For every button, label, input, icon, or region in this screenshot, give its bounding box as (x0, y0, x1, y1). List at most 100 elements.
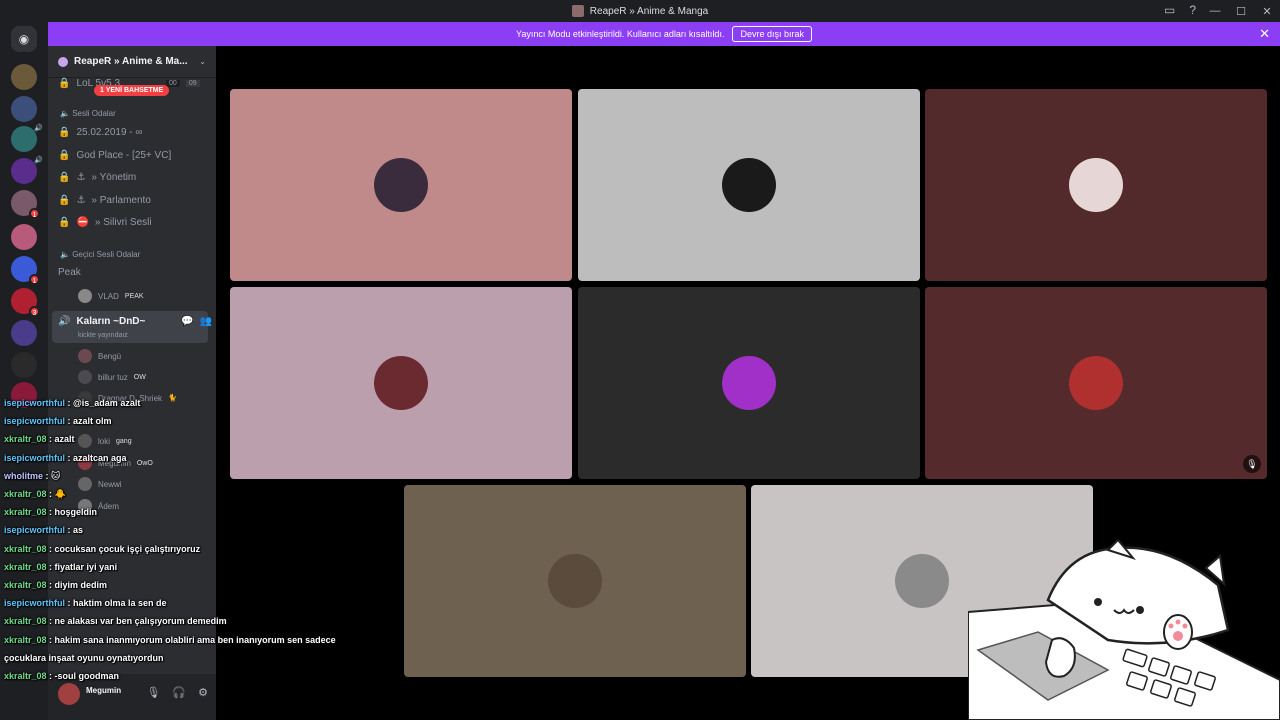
voice-channel-item[interactable]: 🔒 ⚓ » Yönetim (58, 172, 136, 183)
server-item[interactable]: 1 (11, 256, 40, 285)
server-icon (571, 5, 584, 17)
voice-channel-item[interactable]: 🔒 ⚓ » Parlamento (58, 195, 151, 206)
guild-header[interactable]: ReapeR » Anime & Ma... ⌄ (48, 46, 216, 78)
avatar (78, 370, 92, 384)
voice-user[interactable]: VLAD PEAK (78, 289, 144, 303)
avatar (78, 289, 92, 303)
chat-username: xkraltr_08 (4, 434, 47, 445)
guild-icon (58, 56, 68, 67)
chat-bubble-icon[interactable]: 💬 (181, 316, 193, 327)
chat-message: xkraltr_08 : hoşgeldin (4, 507, 98, 518)
participant-tile[interactable] (578, 89, 920, 281)
server-item[interactable] (11, 320, 37, 346)
chat-text: azalt olm (73, 416, 112, 427)
server-item[interactable] (11, 64, 37, 90)
anchor-icon: ⚓ (76, 195, 86, 206)
close-button[interactable]: ✕ (1254, 5, 1280, 18)
chat-message: xkraltr_08 : 🐥 (4, 489, 66, 499)
title-bar: ReapeR » Anime & Manga ▭ ? — ☐ ✕ (0, 0, 1280, 22)
participant-tile[interactable] (578, 287, 920, 479)
chat-text: haktim olma la sen de (73, 598, 167, 609)
voice-user-name: VLAD (98, 291, 119, 301)
inbox-icon[interactable]: ▭ (1164, 3, 1175, 17)
chat-text: azaltcan aga (73, 452, 127, 463)
bongo-cat-overlay (968, 540, 1280, 720)
maximize-button[interactable]: ☐ (1228, 5, 1254, 18)
voice-user[interactable]: Bengü (78, 349, 121, 363)
mute-microphone-icon[interactable]: 🎙 (146, 686, 160, 699)
lock-icon: 🔒 (58, 172, 71, 183)
avatar (78, 349, 92, 363)
avatar (1069, 356, 1123, 410)
channel-label: » Silivri Sesli (94, 217, 152, 228)
voice-channel-item[interactable]: 🔒 ⛔ » Silivri Sesli (58, 217, 152, 228)
channel-label: » Yönetim (91, 172, 137, 183)
chat-username: isepicworthful (4, 598, 66, 609)
server-item[interactable] (11, 224, 37, 250)
participant-tile[interactable] (230, 89, 572, 281)
streamer-mode-banner: Yayıncı Modu etkinleştirildi. Kullanıcı … (48, 22, 1280, 46)
chat-username: isepicworthful (4, 398, 66, 408)
anchor-icon: ⚓ (76, 172, 86, 183)
chat-message: wholitme : 🐱 (4, 470, 61, 481)
voice-user-name: Bengü (98, 351, 122, 361)
user-limit: 09 (185, 80, 200, 87)
participant-tile[interactable] (230, 287, 572, 479)
voice-channel-item[interactable]: 🔊 Kaların ~DnD~ 💬 👥 (58, 316, 212, 327)
chat-text: hakim sana inanmıyorum olabliri ama ben … (54, 634, 336, 645)
voice-user-name: loki (98, 436, 111, 446)
server-item[interactable] (11, 352, 37, 378)
voice-user[interactable]: loki gang (78, 434, 132, 448)
lock-icon: 🔒 (58, 78, 71, 89)
avatar (722, 158, 776, 212)
chat-message: xkraltr_08 : cocuksan çocuk işçi çalıştı… (4, 543, 201, 554)
new-mention-pill[interactable]: 1 YENİ BAHSETME (94, 85, 170, 96)
close-banner-icon[interactable]: ✕ (1259, 26, 1270, 42)
home-button[interactable]: ◉ (11, 26, 37, 52)
channel-label: Peak (58, 267, 81, 278)
gear-icon[interactable]: ⚙ (198, 686, 208, 699)
user-tag: PEAK (124, 292, 144, 300)
participant-tile[interactable] (404, 485, 746, 677)
discord-logo-icon: ◉ (18, 32, 30, 46)
chat-username: xkraltr_08 (4, 616, 47, 627)
lock-icon: 🔒 (58, 150, 71, 161)
headphones-icon[interactable]: 🎧 (172, 686, 186, 699)
voice-channel-item[interactable]: Peak (58, 267, 81, 278)
avatar (374, 356, 428, 410)
voice-channel-item[interactable]: 🔒 God Place - [25+ VC] (58, 150, 171, 161)
participant-tile[interactable]: 🎙 (925, 287, 1267, 479)
notification-badge: 1 (29, 274, 40, 285)
voice-channel-item[interactable]: 🔒 25.02.2019 - ∞ (58, 127, 143, 138)
voice-user[interactable]: Newwi (78, 477, 122, 491)
chat-text: çocuklara inşaat oyunu oynatıyordun (4, 652, 164, 663)
chat-username: xkraltr_08 (4, 671, 47, 681)
server-item[interactable]: 1 (11, 190, 40, 219)
no-entry-icon: ⛔ (76, 217, 89, 228)
participant-tile[interactable] (925, 89, 1267, 281)
muted-microphone-icon: 🎙 (1243, 455, 1261, 473)
server-item[interactable] (11, 96, 37, 122)
notification-badge: 3 (29, 306, 40, 317)
speaker-icon: 🔊 (58, 316, 71, 327)
category-header[interactable]: 🔈 Sesli Odalar (60, 109, 116, 118)
avatar[interactable] (58, 683, 80, 705)
lock-icon: 🔒 (58, 195, 71, 206)
channel-label: 25.02.2019 - ∞ (76, 127, 143, 138)
disable-streamer-mode-button[interactable]: Devre dışı bırak (732, 26, 812, 42)
server-item[interactable]: 3 (11, 288, 40, 317)
add-user-icon[interactable]: 👥 (200, 316, 212, 327)
chat-message: xkraltr_08 : -soul goodman (4, 671, 120, 681)
notification-badge: 1 (29, 208, 40, 219)
category-header[interactable]: 🔈 Geçici Sesli Odalar (60, 250, 140, 259)
voice-user[interactable]: billur tuz OW (78, 370, 146, 384)
chat-username: wholitme (4, 470, 44, 481)
chat-username: xkraltr_08 (4, 561, 47, 572)
chat-text: ne alakası var ben çalışıyorum demedim (54, 616, 227, 627)
help-icon[interactable]: ? (1189, 3, 1196, 17)
minimize-button[interactable]: — (1202, 5, 1228, 17)
speaker-icon: 🔈 (60, 109, 70, 118)
server-item[interactable]: 🔊 (11, 157, 43, 184)
server-item[interactable]: 🔊 (11, 125, 43, 152)
chat-username: xkraltr_08 (4, 580, 47, 590)
